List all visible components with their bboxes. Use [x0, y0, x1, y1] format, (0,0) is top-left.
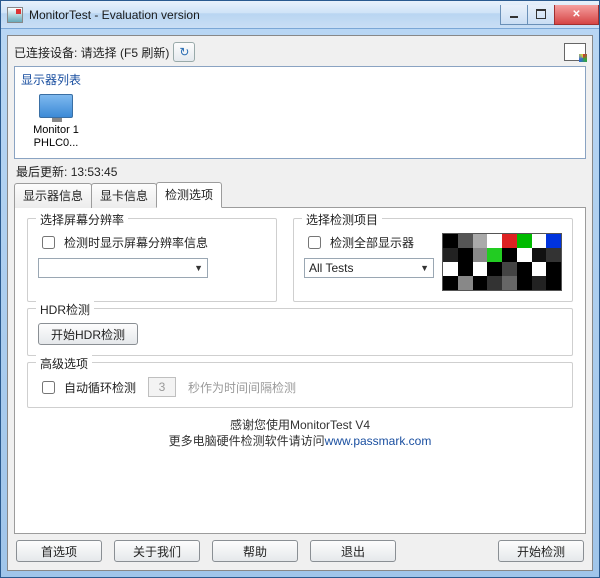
monitor-color-icon [564, 43, 586, 61]
monitor-icon [39, 94, 73, 118]
titlebar[interactable]: MonitorTest - Evaluation version [1, 1, 599, 29]
monitor-list-title: 显示器列表 [21, 71, 579, 88]
start-hdr-button[interactable]: 开始HDR检测 [38, 323, 138, 345]
bottom-button-bar: 首选项 关于我们 帮助 退出 开始检测 [14, 534, 586, 564]
interval-suffix: 秒作为时间间隔检测 [188, 379, 296, 396]
tests-group: 选择检测项目 检测全部显示器 All Tests ▼ [293, 218, 573, 302]
tab-gpu-info[interactable]: 显卡信息 [91, 183, 157, 208]
tab-test-options[interactable]: 检测选项 [156, 182, 222, 208]
monitor-item[interactable]: Monitor 1 PHLC0... [21, 94, 91, 150]
tests-legend: 选择检测项目 [302, 211, 382, 228]
start-test-button[interactable]: 开始检测 [498, 540, 584, 562]
refresh-button[interactable]: ↻ [173, 42, 195, 62]
auto-loop-checkbox-input[interactable] [42, 381, 55, 394]
show-resolution-checkbox-input[interactable] [42, 236, 55, 249]
monitor-list-panel: 显示器列表 Monitor 1 PHLC0... [14, 66, 586, 159]
resolution-legend: 选择屏幕分辨率 [36, 211, 128, 228]
last-update: 最后更新: 13:53:45 [14, 159, 586, 182]
app-icon [7, 7, 23, 23]
hdr-legend: HDR检测 [36, 301, 94, 318]
about-button[interactable]: 关于我们 [114, 540, 200, 562]
client-area: 已连接设备: 请选择 (F5 刷新) ↻ 显示器列表 Monitor 1 PHL… [7, 35, 593, 571]
resolution-group: 选择屏幕分辨率 检测时显示屏幕分辨率信息 ▼ [27, 218, 277, 302]
hdr-group: HDR检测 开始HDR检测 [27, 308, 573, 356]
test-all-monitors-checkbox-input[interactable] [308, 236, 321, 249]
exit-button[interactable]: 退出 [310, 540, 396, 562]
show-resolution-checkbox[interactable]: 检测时显示屏幕分辨率信息 [38, 233, 266, 252]
tab-body: 选择屏幕分辨率 检测时显示屏幕分辨率信息 ▼ 选择检测项目 [14, 207, 586, 534]
auto-loop-checkbox[interactable]: 自动循环检测 3 秒作为时间间隔检测 [38, 377, 562, 397]
refresh-icon: ↻ [179, 45, 189, 59]
app-window: MonitorTest - Evaluation version 已连接设备: … [0, 0, 600, 578]
test-pattern-thumbnail [442, 233, 562, 291]
passmark-link[interactable]: www.passmark.com [325, 434, 432, 448]
tests-combo[interactable]: All Tests ▼ [304, 258, 434, 278]
prefs-button[interactable]: 首选项 [16, 540, 102, 562]
close-button[interactable] [554, 5, 599, 25]
monitor-item-label: Monitor 1 PHLC0... [33, 124, 79, 150]
test-all-monitors-checkbox[interactable]: 检测全部显示器 [304, 233, 434, 252]
minimize-button[interactable] [500, 5, 528, 25]
chevron-down-icon: ▼ [194, 263, 203, 273]
advanced-legend: 高级选项 [36, 355, 92, 372]
device-toolbar: 已连接设备: 请选择 (F5 刷新) ↻ [14, 40, 586, 66]
resolution-combo[interactable]: ▼ [38, 258, 208, 278]
interval-spinner[interactable]: 3 [148, 377, 176, 397]
connected-device-label: 已连接设备: 请选择 (F5 刷新) [14, 44, 169, 61]
window-title: MonitorTest - Evaluation version [29, 8, 501, 22]
maximize-button[interactable] [527, 5, 555, 25]
tab-strip: 显示器信息 显卡信息 检测选项 [14, 182, 586, 208]
chevron-down-icon: ▼ [420, 263, 429, 273]
tab-monitor-info[interactable]: 显示器信息 [14, 183, 92, 208]
help-button[interactable]: 帮助 [212, 540, 298, 562]
tests-combo-value: All Tests [309, 261, 353, 275]
footer-credit: 感谢您使用MonitorTest V4 更多电脑硬件检测软件请访问www.pas… [27, 418, 573, 449]
window-controls [501, 5, 599, 25]
advanced-group: 高级选项 自动循环检测 3 秒作为时间间隔检测 [27, 362, 573, 408]
